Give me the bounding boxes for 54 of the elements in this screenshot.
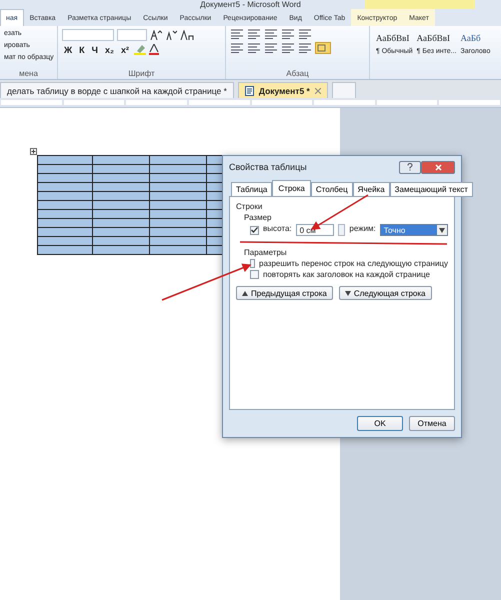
font-size-field[interactable]	[117, 29, 147, 41]
section-label: Строки	[236, 202, 262, 211]
next-row-button[interactable]: Следующая строка	[338, 286, 432, 300]
ok-button[interactable]: OK	[357, 416, 403, 431]
dialog-tab[interactable]: Строка	[272, 180, 311, 197]
dialog-tab[interactable]: Ячейка	[352, 182, 390, 197]
dialog-tab[interactable]: Замещающий текст	[390, 182, 473, 197]
style-sample[interactable]: АаБбВвI	[416, 33, 450, 43]
format-button[interactable]: Ж	[62, 44, 74, 54]
help-icon	[407, 163, 413, 171]
dialog-tab[interactable]: Таблица	[231, 182, 272, 197]
group-label: Параметры	[244, 248, 287, 257]
close-icon[interactable]	[314, 88, 321, 94]
help-button[interactable]	[399, 160, 421, 174]
group-label: Абзац	[285, 69, 310, 78]
height-field[interactable]: 0 см	[296, 224, 334, 236]
font-name-field[interactable]	[62, 29, 114, 41]
borders-icon[interactable]	[315, 42, 331, 54]
document-tab[interactable]: Документ5 *	[238, 82, 328, 98]
checkbox[interactable]	[250, 226, 259, 234]
group-label: Шрифт	[127, 69, 156, 78]
checkbox-label: разрешить перенос строк на следующую страницу	[259, 259, 448, 268]
checkbox[interactable]	[250, 259, 255, 268]
grow-font-icon[interactable]	[150, 30, 162, 40]
triangle-down-icon	[344, 290, 351, 296]
shrink-font-icon[interactable]	[165, 30, 177, 40]
checkbox[interactable]	[250, 270, 259, 279]
triangle-down-icon	[439, 228, 445, 232]
checkmark-icon	[251, 227, 258, 233]
previous-row-button[interactable]: Предыдущая строка	[236, 286, 333, 300]
move-handle-icon[interactable]	[30, 148, 37, 155]
group-label: мена	[18, 69, 39, 78]
format-button[interactable]: x₂	[102, 44, 116, 54]
field-label: режим:	[349, 224, 376, 233]
format-button[interactable]: Ч	[90, 44, 100, 54]
window-title: Документ5 - Microsoft Word	[200, 0, 301, 9]
style-sample[interactable]: АаБбВвI	[376, 33, 410, 43]
change-case-icon[interactable]	[180, 30, 194, 40]
style-sample[interactable]: АаБб	[460, 33, 481, 43]
checkbox-label: повторять как заголовок на каждой странице	[263, 270, 430, 279]
triangle-up-icon	[242, 290, 248, 296]
format-button[interactable]: К	[77, 44, 87, 54]
document-icon	[244, 86, 254, 96]
mode-dropdown[interactable]: Точно	[380, 224, 448, 236]
dialog-title: Свойства таблицы	[229, 162, 307, 172]
field-label: высота:	[263, 224, 292, 233]
format-button[interactable]: x²	[118, 44, 131, 54]
font-color-icon[interactable]	[149, 44, 159, 55]
close-icon	[434, 164, 442, 170]
close-button[interactable]	[421, 160, 455, 174]
cancel-button[interactable]: Отмена	[409, 416, 455, 431]
document-tab[interactable]: делать таблицу в ворде с шапкой на каждой странице *	[0, 82, 234, 98]
dialog-tab[interactable]: Столбец	[310, 182, 353, 197]
group-label: Размер	[244, 213, 272, 222]
